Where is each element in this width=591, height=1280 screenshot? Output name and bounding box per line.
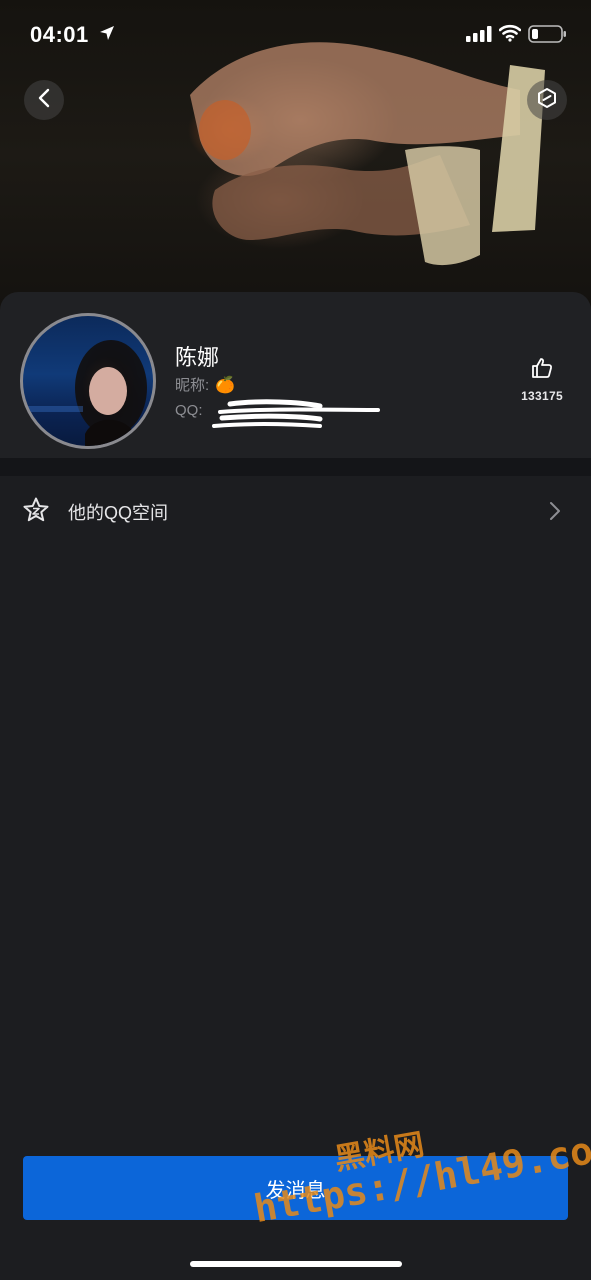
send-message-label: 发消息	[265, 1179, 326, 1202]
qzone-menu-item[interactable]: 他的QQ空间	[0, 476, 591, 544]
like-button[interactable]: 133175	[510, 356, 574, 403]
share-button[interactable]	[527, 80, 567, 120]
wifi-icon	[498, 24, 522, 47]
redaction-scribble	[212, 399, 380, 428]
status-time: 04:01	[30, 22, 89, 47]
chevron-right-icon	[548, 500, 562, 527]
qq-label: QQ:	[175, 402, 203, 419]
nickname-value: 🍊	[215, 377, 236, 394]
profile-name: 陈娜	[175, 345, 220, 370]
profile-screen: 04:01 陈娜 昵称: 🍊 QQ: 133175 他的QQ空间 发消息 黑料网…	[0, 0, 591, 1280]
qzone-label: 他的QQ空间	[68, 503, 169, 523]
home-indicator[interactable]	[190, 1261, 402, 1267]
section-divider	[0, 458, 591, 476]
status-bar: 04:01	[0, 0, 591, 70]
battery-low-icon	[528, 24, 568, 49]
send-message-button[interactable]: 发消息	[23, 1156, 568, 1220]
chevron-left-icon	[36, 88, 52, 113]
qq-row: QQ:	[175, 402, 203, 419]
like-count: 133175	[521, 389, 563, 403]
nickname-row: 昵称: 🍊	[175, 374, 235, 395]
hexagon-link-icon	[536, 87, 558, 114]
star-z-icon	[22, 496, 50, 529]
avatar[interactable]	[20, 313, 156, 449]
nickname-label: 昵称:	[175, 377, 210, 394]
back-button[interactable]	[24, 80, 64, 120]
thumbs-up-icon	[530, 358, 554, 384]
cellular-signal-icon	[466, 26, 492, 47]
location-arrow-icon	[98, 24, 116, 47]
